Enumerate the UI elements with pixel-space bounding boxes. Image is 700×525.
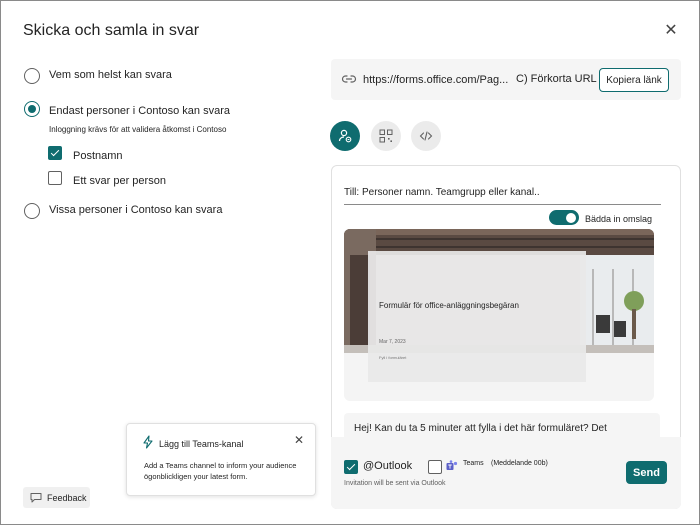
embed-cover-label: Bädda in omslag — [585, 214, 653, 224]
teams-callout-title[interactable]: Lägg till Teams-kanal — [159, 439, 243, 449]
copy-link-button[interactable]: Kopiera länk — [599, 68, 669, 92]
teams-label: Teams — [463, 460, 484, 467]
message-input[interactable]: Hej! Kan du ta 5 minuter att fylla i det… — [344, 413, 660, 437]
teams-meta: (Meddelande 00b) — [491, 460, 548, 467]
embed-code-icon — [419, 131, 433, 141]
teams-callout-close-icon[interactable]: ✕ — [293, 433, 305, 447]
teams-callout-body: Add a Teams channel to inform your audie… — [144, 461, 297, 481]
qr-code-icon — [379, 129, 393, 143]
dialog-title: Skicka och samla in svar — [23, 22, 200, 39]
form-preview: Formulär för office-anläggningsbegäran M… — [344, 229, 654, 401]
sign-in-note: Inloggning krävs för att validera åtkoms… — [49, 125, 227, 134]
outlook-label: @Outlook — [363, 460, 413, 472]
radio-org-only[interactable] — [24, 101, 40, 117]
outlook-checkbox[interactable] — [344, 460, 358, 474]
close-icon[interactable]: ✕ — [661, 20, 681, 40]
form-url[interactable]: https://forms.office.com/Pag... — [363, 74, 508, 86]
one-response-label: Ett svar per person — [73, 175, 166, 187]
one-response-checkbox[interactable] — [48, 171, 62, 185]
recipients-input[interactable]: Till: Personer namn. Teamgrupp eller kan… — [344, 187, 661, 205]
radio-specific-people[interactable] — [24, 203, 40, 219]
send-email-icon — [338, 129, 352, 143]
send-button[interactable]: Send — [626, 461, 667, 484]
feedback-icon — [30, 493, 42, 503]
lightning-icon — [143, 435, 153, 449]
feedback-button[interactable]: Feedback — [23, 487, 90, 508]
radio-specific-people-label: Vissa personer i Contoso kan svara — [49, 204, 223, 216]
form-title: Formulär för office-anläggningsbegäran — [379, 301, 519, 310]
radio-anyone-label: Vem som helst kan svara — [49, 69, 172, 81]
teams-checkbox[interactable] — [428, 460, 442, 474]
invite-note: Invitation will be sent via Outlook — [344, 480, 446, 487]
radio-anyone[interactable] — [24, 68, 40, 84]
embed-mode-button[interactable] — [411, 121, 441, 151]
link-icon — [341, 75, 357, 83]
form-date: Mar 7, 2023 — [379, 339, 406, 345]
form-cta: Fyll i formuläret — [379, 355, 407, 360]
record-name-checkbox[interactable] — [48, 146, 62, 160]
qr-code-mode-button[interactable] — [371, 121, 401, 151]
share-dialog: Skicka och samla in svar ✕ Vem som helst… — [0, 0, 700, 525]
feedback-label: Feedback — [47, 492, 87, 503]
form-preview-card: Formulär för office-anläggningsbegäran M… — [368, 251, 586, 382]
send-email-mode-button[interactable] — [330, 121, 360, 151]
record-name-label: Postnamn — [73, 150, 123, 162]
shorten-url-toggle[interactable]: C) Förkorta URL — [516, 73, 597, 85]
embed-cover-toggle[interactable] — [549, 210, 579, 225]
teams-icon — [446, 460, 458, 470]
radio-org-only-label: Endast personer i Contoso kan svara — [49, 105, 230, 117]
